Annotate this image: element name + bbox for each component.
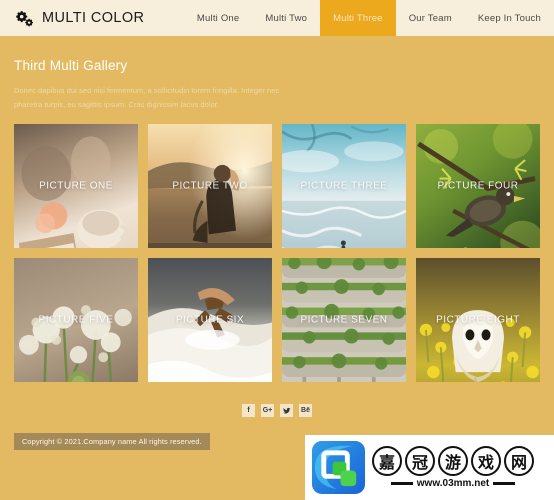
- watermark-rule-left: [390, 482, 413, 485]
- watermark-char-5: 网: [504, 446, 534, 476]
- ocean-horizon-swimmer-image: [282, 124, 406, 249]
- gallery-item-6[interactable]: PICTURE SIX: [148, 258, 272, 383]
- watermark-char-4: 戏: [471, 446, 501, 476]
- nav-item-our-team[interactable]: Our Team: [396, 0, 465, 36]
- watermark-logo-icon: [311, 440, 366, 495]
- cogs-icon: [16, 10, 33, 27]
- gallery-section: Third Multi Gallery Donec dapibus dui se…: [0, 36, 554, 383]
- gallery-item-7[interactable]: PICTURE SEVEN: [282, 258, 406, 383]
- nav-item-multi-three[interactable]: Multi Three: [320, 0, 396, 36]
- gallery-item-2[interactable]: PICTURE TWO: [148, 124, 272, 249]
- social-links: f G+ Bē: [14, 404, 540, 418]
- gallery-grid: PICTURE ONE PICTURE TWO PICTURE THREE PI…: [14, 124, 540, 383]
- gallery-item-3[interactable]: PICTURE THREE: [282, 124, 406, 249]
- nav-item-multi-one[interactable]: Multi One: [184, 0, 252, 36]
- surfer-in-wave-image: [148, 258, 272, 383]
- behance-icon[interactable]: Bē: [299, 404, 312, 418]
- watermark-text: 嘉 冠 游 戏 网 www.03mm.net: [372, 446, 534, 489]
- watermark-url: www.03mm.net: [390, 478, 516, 489]
- watermark-url-text: www.03mm.net: [416, 478, 490, 489]
- bird-on-branch-image: [416, 124, 540, 249]
- page-description: Donec dapibus dui sed nisi fermentum, a …: [14, 86, 280, 109]
- gallery-item-4[interactable]: PICTURE FOUR: [416, 124, 540, 249]
- watermark-overlay: 嘉 冠 游 戏 网 www.03mm.net: [305, 435, 554, 500]
- woman-at-sunset-lake-image: [148, 124, 272, 249]
- watermark-char-1: 嘉: [372, 446, 402, 476]
- nav-item-multi-two[interactable]: Multi Two: [252, 0, 320, 36]
- watermark-rule-right: [493, 482, 516, 485]
- page-title: Third Multi Gallery: [14, 58, 128, 73]
- watermark-chars: 嘉 冠 游 戏 网: [372, 446, 534, 476]
- brand[interactable]: MULTI COLOR: [0, 0, 144, 36]
- gallery-item-5[interactable]: PICTURE FIVE: [14, 258, 138, 383]
- site-header: MULTI COLOR Multi One Multi Two Multi Th…: [0, 0, 554, 36]
- copyright-text: Copyright © 2021.Company name All rights…: [14, 433, 210, 451]
- gallery-item-1[interactable]: PICTURE ONE: [14, 124, 138, 249]
- watermark-char-2: 冠: [405, 446, 435, 476]
- books-and-teacup-image: [14, 124, 138, 249]
- twitter-icon[interactable]: [280, 404, 293, 418]
- brand-name: MULTI COLOR: [42, 10, 145, 26]
- watermark-char-3: 游: [438, 446, 468, 476]
- main-nav: Multi One Multi Two Multi Three Our Team…: [184, 0, 554, 36]
- barn-owl-in-yellow-flowers-image: [416, 258, 540, 383]
- green-terraced-building-image: [282, 258, 406, 383]
- nav-item-keep-in-touch[interactable]: Keep In Touch: [465, 0, 554, 36]
- facebook-icon[interactable]: f: [242, 404, 255, 418]
- google-plus-icon[interactable]: G+: [261, 404, 274, 418]
- gallery-item-8[interactable]: PICTURE EIGHT: [416, 258, 540, 383]
- white-flowers-image: [14, 258, 138, 383]
